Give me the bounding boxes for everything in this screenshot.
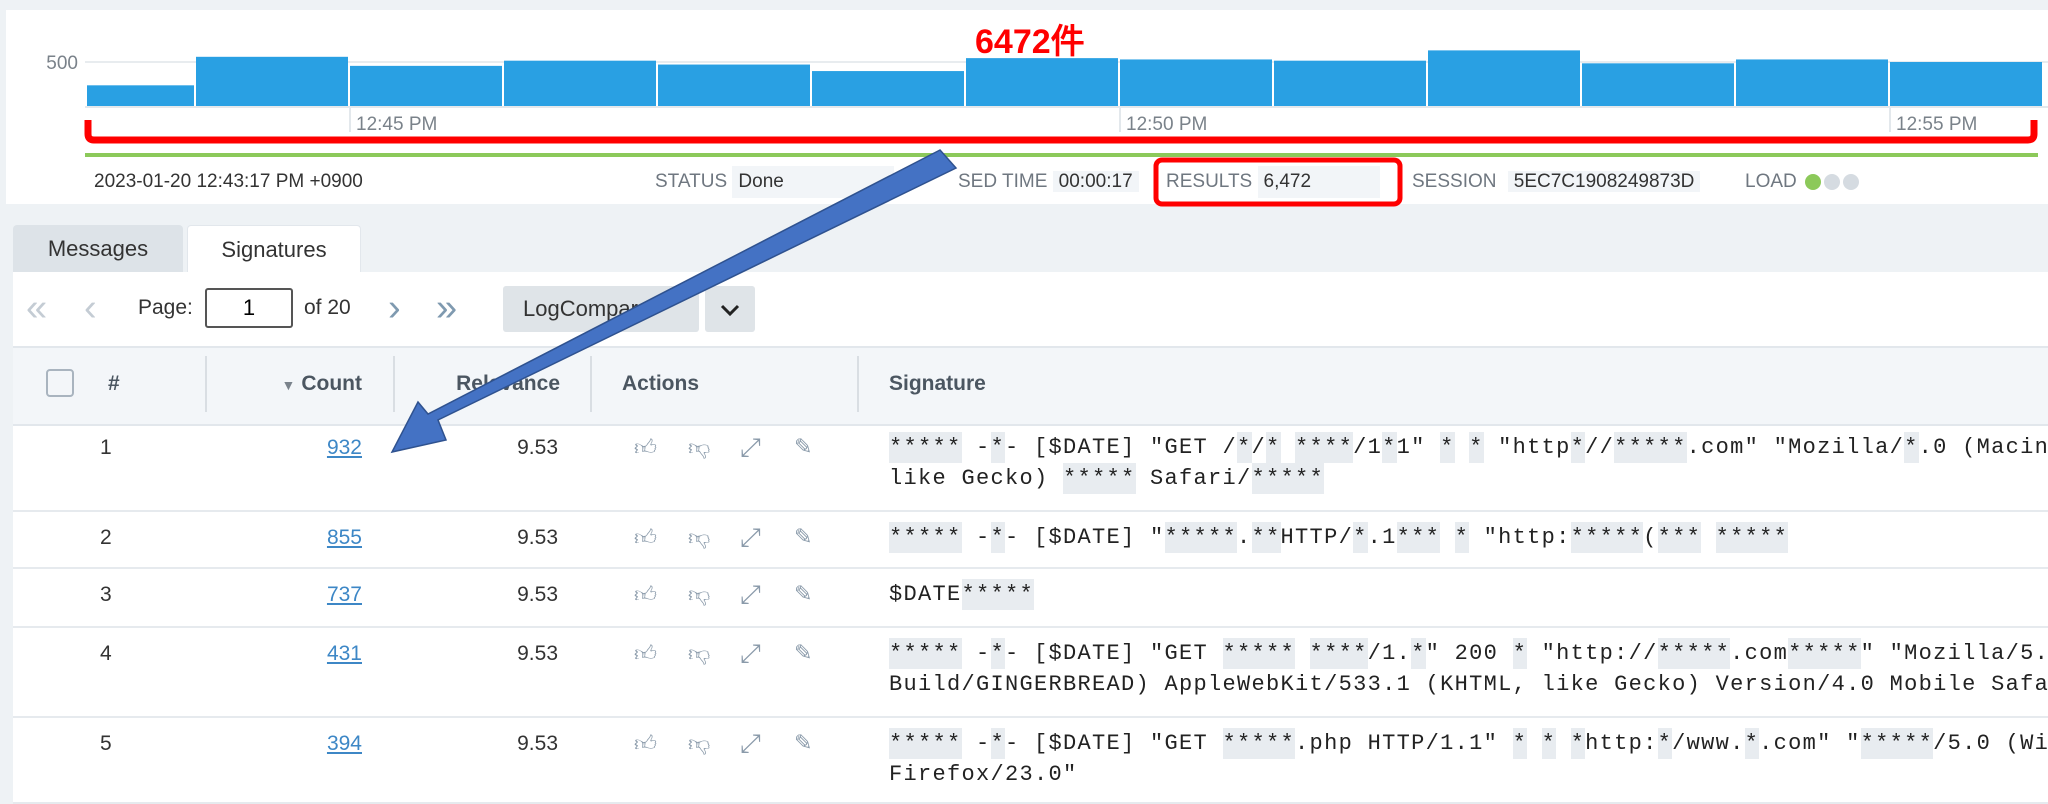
arrow-annotation <box>390 149 958 454</box>
arrow-icon <box>390 149 958 454</box>
